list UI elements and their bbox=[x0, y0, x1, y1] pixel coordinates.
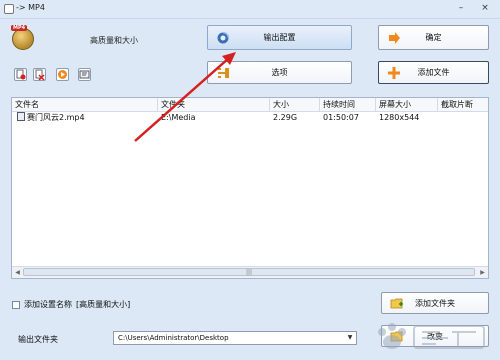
scroll-right-icon[interactable]: ▶ bbox=[478, 268, 487, 277]
column-header-name[interactable]: 文件名 bbox=[12, 98, 158, 111]
row-duration: 01:50:07 bbox=[323, 113, 359, 122]
remove-icon[interactable] bbox=[14, 68, 27, 81]
row-size: 2.29G bbox=[273, 113, 298, 122]
table-header: 文件名 文件夹 大小 持续时间 屏幕大小 截取片断 bbox=[12, 98, 488, 112]
output-config-label: 输出配置 bbox=[263, 33, 296, 42]
info-icon[interactable] bbox=[78, 68, 91, 81]
row-clip bbox=[438, 112, 488, 124]
row-screen-size: 1280x544 bbox=[379, 113, 420, 122]
options-button[interactable]: 选项 bbox=[207, 61, 352, 84]
column-header-screen-size[interactable]: 屏幕大小 bbox=[376, 98, 438, 111]
close-button[interactable]: × bbox=[478, 3, 492, 14]
window-title: -> MP4 bbox=[16, 3, 45, 12]
output-config-button[interactable]: 输出配置 bbox=[207, 25, 352, 50]
app-logo-icon: MP4 bbox=[11, 25, 34, 50]
output-config-icon bbox=[217, 31, 230, 43]
options-icon bbox=[218, 67, 229, 78]
app-window: -> MP4 – × MP4 高质量和大小 输出配置 确定 选项 添加文件 文件… bbox=[0, 0, 500, 360]
ok-button[interactable]: 确定 bbox=[378, 25, 489, 50]
app-menu-icon[interactable] bbox=[4, 4, 14, 14]
column-header-duration[interactable]: 持续时间 bbox=[320, 98, 376, 111]
table-row[interactable]: 赛门风云2.mp4 E:\Media 2.29G 01:50:07 1280x5… bbox=[12, 112, 488, 124]
scroll-left-icon[interactable]: ◀ bbox=[13, 268, 22, 277]
add-profile-name-value: [高质量和大小] bbox=[76, 300, 131, 309]
options-label: 选项 bbox=[271, 68, 288, 77]
plus-icon bbox=[388, 66, 400, 79]
column-header-folder[interactable]: 文件夹 bbox=[158, 98, 270, 111]
row-filename: 赛门风云2.mp4 bbox=[14, 112, 158, 124]
arrow-right-icon bbox=[389, 31, 400, 44]
add-folder-button[interactable]: 添加文件夹 bbox=[381, 292, 489, 314]
add-profile-name-label: 添加设置名称 bbox=[24, 300, 72, 309]
output-folder-value: C:\Users\Administrator\Desktop bbox=[118, 334, 229, 342]
scrollbar-thumb[interactable]: ||| bbox=[23, 268, 475, 276]
horizontal-scrollbar[interactable]: ◀ ||| ▶ bbox=[12, 266, 488, 278]
column-header-clip[interactable]: 截取片断 bbox=[438, 98, 488, 111]
chevron-down-icon[interactable]: ▼ bbox=[344, 332, 356, 344]
profile-name: 高质量和大小 bbox=[90, 36, 138, 45]
row-folder: E:\Media bbox=[161, 113, 196, 122]
row-filename-text: 赛门风云2.mp4 bbox=[27, 113, 85, 122]
add-folder-label: 添加文件夹 bbox=[415, 298, 455, 308]
add-profile-name-option[interactable]: 添加设置名称 [高质量和大小] bbox=[12, 299, 130, 310]
column-header-size[interactable]: 大小 bbox=[270, 98, 320, 111]
output-folder-select[interactable]: C:\Users\Administrator\Desktop ▼ bbox=[113, 331, 357, 345]
play-icon[interactable] bbox=[56, 68, 69, 81]
minimize-button[interactable]: – bbox=[454, 3, 468, 14]
add-folder-icon bbox=[390, 298, 403, 309]
add-file-label: 添加文件 bbox=[417, 68, 450, 77]
add-file-button[interactable]: 添加文件 bbox=[378, 61, 489, 84]
baidu-watermark-logo bbox=[378, 323, 485, 349]
grip-icon: ||| bbox=[246, 269, 253, 276]
delete-icon[interactable] bbox=[33, 68, 46, 81]
output-folder-label: 输出文件夹 bbox=[18, 335, 58, 344]
video-file-icon bbox=[17, 112, 25, 121]
ok-label: 确定 bbox=[425, 33, 442, 42]
title-bar: -> MP4 – × bbox=[0, 0, 500, 19]
file-list-table[interactable]: 文件名 文件夹 大小 持续时间 屏幕大小 截取片断 赛门风云2.mp4 E:\M… bbox=[11, 97, 489, 279]
add-profile-name-checkbox[interactable] bbox=[12, 300, 20, 309]
